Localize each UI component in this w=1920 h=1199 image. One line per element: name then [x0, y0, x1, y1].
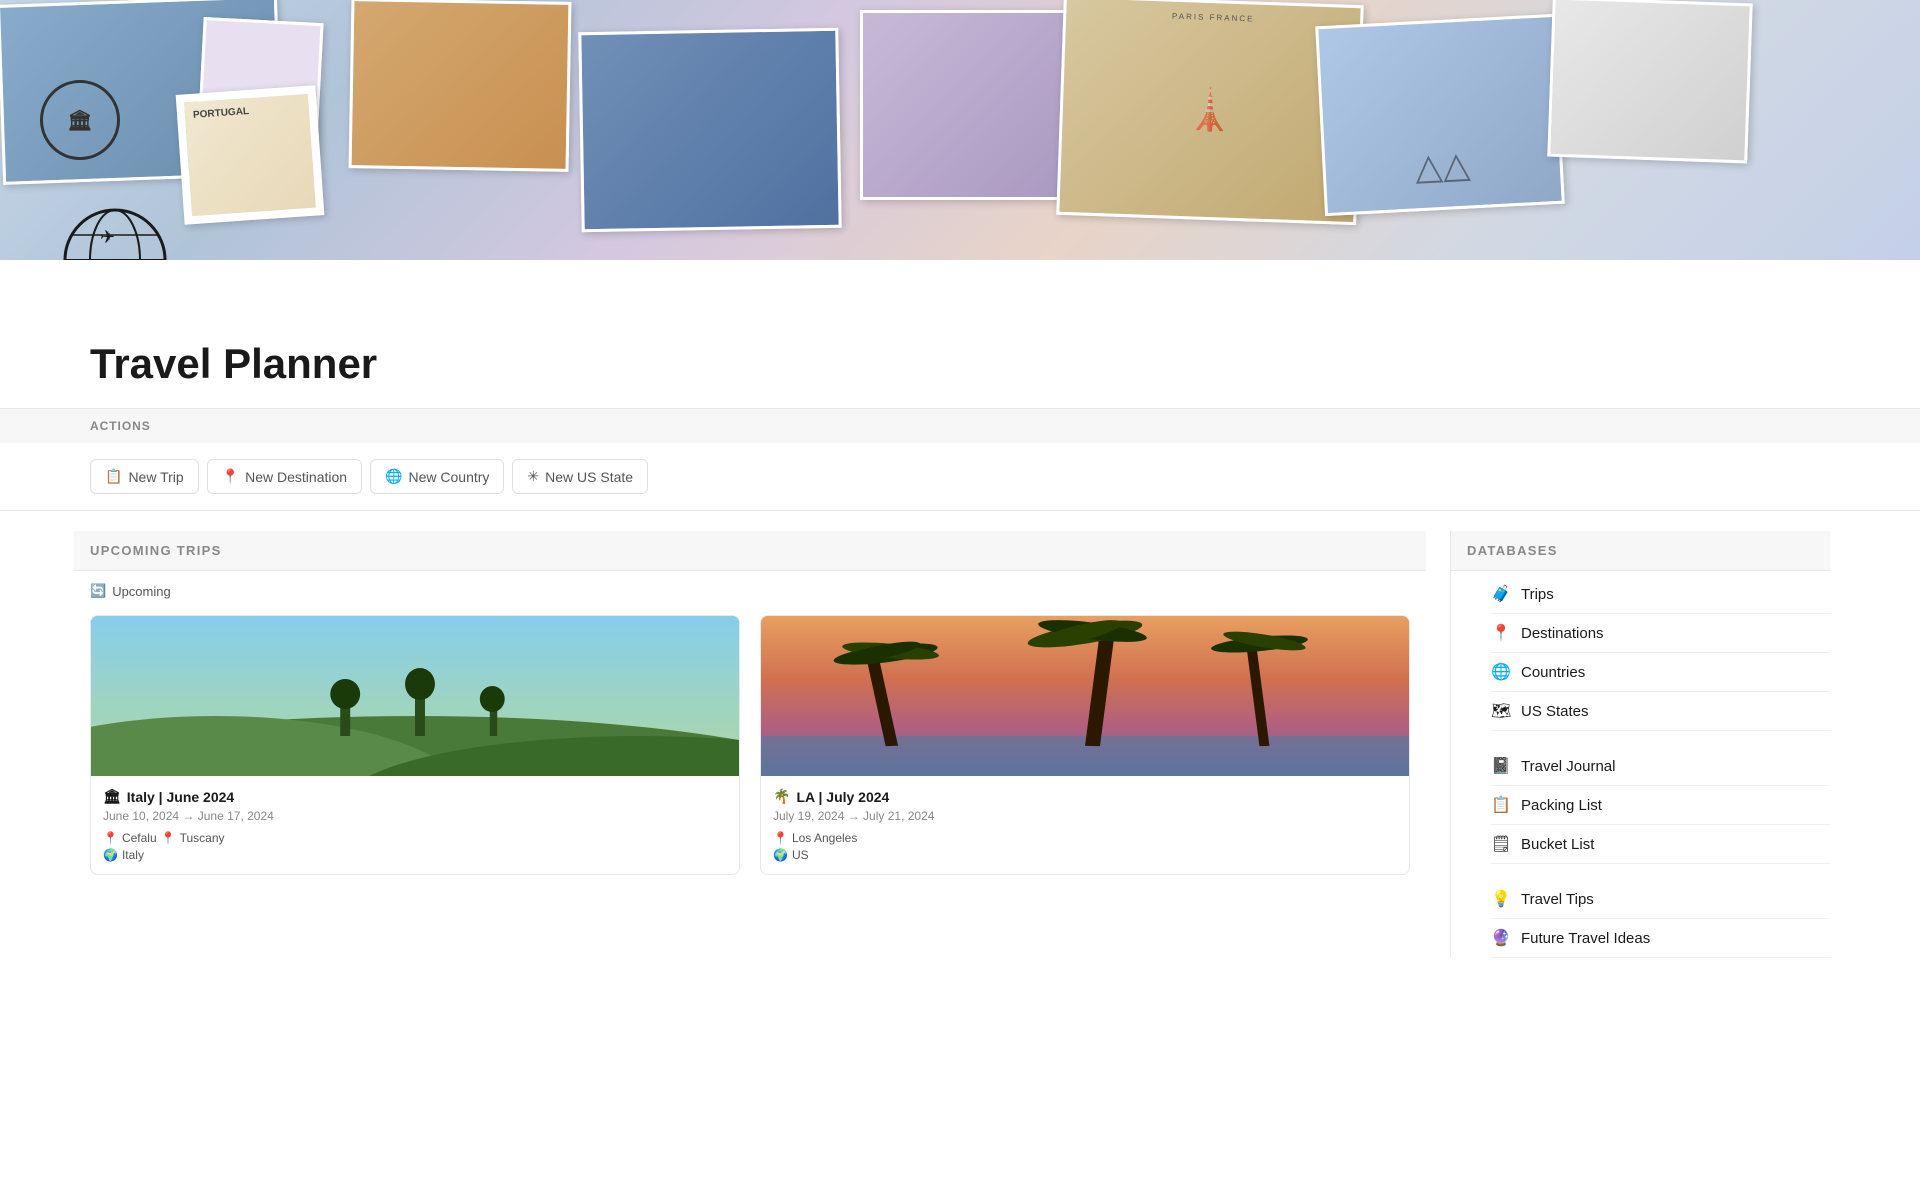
trip-photo-la [761, 616, 1409, 776]
trip-dates-italy: June 10, 2024 → June 17, 2024 [103, 809, 727, 823]
db-future-travel-label: Future Travel Ideas [1521, 930, 1650, 947]
pin-icon: 📍 [103, 831, 118, 845]
trip-title-la: 🌴 LA | July 2024 [773, 788, 1397, 805]
globe-icon: 🌐 [385, 468, 402, 485]
db-item-us-states[interactable]: 🗺 US States [1491, 692, 1830, 731]
trip-dates-la: July 19, 2024 → July 21, 2024 [773, 809, 1397, 823]
db-item-countries[interactable]: 🌐 Countries [1491, 653, 1830, 692]
packing-icon: 📋 [1491, 795, 1511, 815]
upcoming-filter[interactable]: 🔄 Upcoming [90, 583, 1410, 599]
db-us-states-label: US States [1521, 703, 1589, 720]
db-separator-2 [1491, 864, 1830, 880]
globe-icon-la: 🌍 [773, 848, 788, 862]
trip-card-la[interactable]: 🌴 LA | July 2024 July 19, 2024 → July 21… [760, 615, 1410, 875]
upcoming-label-text: Upcoming [112, 584, 171, 599]
db-trips-label: Trips [1521, 586, 1554, 603]
actions-row: 📋 New Trip 📍 New Destination 🌐 New Count… [0, 443, 1920, 511]
banner-photo-portugal: PORTUGAL [176, 85, 325, 224]
location-icon: 📍 [222, 468, 239, 485]
db-item-future-travel[interactable]: 🔮 Future Travel Ideas [1491, 919, 1830, 958]
banner-photo-6 [860, 10, 1090, 200]
db-item-travel-tips[interactable]: 💡 Travel Tips [1491, 880, 1830, 919]
db-item-trips[interactable]: 🧳 Trips [1491, 575, 1830, 614]
future-icon: 🔮 [1491, 928, 1511, 948]
la-icon: 🌴 [773, 788, 790, 805]
new-country-label: New Country [408, 469, 489, 485]
db-countries-label: Countries [1521, 664, 1585, 681]
trip-tag-los-angeles: 📍 Los Angeles [773, 831, 1397, 845]
upcoming-trips-heading: UPCOMING TRIPS [74, 531, 1426, 571]
star-plus-icon: ✳ [527, 468, 539, 485]
upcoming-icon: 🔄 [90, 583, 106, 599]
page-title: Travel Planner [90, 340, 1830, 388]
pin-db-icon: 📍 [1491, 623, 1511, 643]
banner-photo-5 [578, 28, 841, 233]
svg-text:✈: ✈ [100, 227, 115, 247]
trips-grid: 🏛 Italy | June 2024 June 10, 2024 → June… [90, 615, 1410, 875]
banner-photo-pyramids: △△ [1315, 14, 1565, 216]
map-icon: 📋 [105, 468, 122, 485]
db-destinations-label: Destinations [1521, 625, 1604, 642]
header-banner: PORTUGAL 🗼 PARIS FRANCE △△ 🏛 ✈ [0, 0, 1920, 260]
db-bucket-list-label: Bucket List [1521, 836, 1594, 853]
trip-info-la: 🌴 LA | July 2024 July 19, 2024 → July 21… [761, 776, 1409, 874]
trip-card-italy[interactable]: 🏛 Italy | June 2024 June 10, 2024 → June… [90, 615, 740, 875]
trip-tags-la: 📍 Los Angeles 🌍 US [773, 831, 1397, 862]
db-item-travel-journal[interactable]: 📓 Travel Journal [1491, 747, 1830, 786]
db-item-packing-list[interactable]: 📋 Packing List [1491, 786, 1830, 825]
luggage-icon: 🧳 [1491, 584, 1511, 604]
new-destination-label: New Destination [245, 469, 347, 485]
italy-icon: 🏛 [103, 788, 121, 805]
new-country-button[interactable]: 🌐 New Country [370, 459, 504, 494]
new-us-state-button[interactable]: ✳ New US State [512, 459, 648, 494]
db-item-destinations[interactable]: 📍 Destinations [1491, 614, 1830, 653]
new-destination-button[interactable]: 📍 New Destination [207, 459, 362, 494]
new-us-state-label: New US State [545, 469, 633, 485]
tips-icon: 💡 [1491, 889, 1511, 909]
databases-heading: DATABASES [1451, 531, 1830, 571]
pin-icon-la: 📍 [773, 831, 788, 845]
new-trip-label: New Trip [128, 469, 183, 485]
trip-tags-italy: 📍 Cefalu 📍 Tuscany 🌍 Italy [103, 831, 727, 862]
banner-photo-4 [349, 0, 572, 172]
trip-tag-cefalu: 📍 Cefalu 📍 Tuscany [103, 831, 727, 845]
bucket-icon: 🗒 [1491, 834, 1511, 854]
upcoming-trips-section: UPCOMING TRIPS 🔄 Upcoming [90, 531, 1450, 958]
journal-icon: 📓 [1491, 756, 1511, 776]
db-packing-list-label: Packing List [1521, 797, 1602, 814]
greece-stamp: 🏛 [40, 80, 120, 160]
trip-photo-italy [91, 616, 739, 776]
new-trip-button[interactable]: 📋 New Trip [90, 459, 199, 494]
main-content: UPCOMING TRIPS 🔄 Upcoming [0, 531, 1920, 958]
databases-section: DATABASES 🧳 Trips 📍 Destinations 🌐 Count… [1450, 531, 1830, 958]
trip-tag-italy-country: 🌍 Italy [103, 848, 727, 862]
db-travel-journal-label: Travel Journal [1521, 758, 1615, 775]
globe-icon-2: 🌍 [103, 848, 118, 862]
map-db-icon: 🗺 [1491, 701, 1511, 721]
trip-title-italy: 🏛 Italy | June 2024 [103, 788, 727, 805]
db-separator-1 [1491, 731, 1830, 747]
globe-db-icon: 🌐 [1491, 662, 1511, 682]
page-icon: ✈ [60, 205, 170, 260]
trip-info-italy: 🏛 Italy | June 2024 June 10, 2024 → June… [91, 776, 739, 874]
actions-section-label: ACTIONS [0, 408, 1920, 443]
trip-tag-us: 🌍 US [773, 848, 1397, 862]
db-travel-tips-label: Travel Tips [1521, 891, 1594, 908]
banner-photo-9 [1547, 0, 1752, 163]
pin-icon-2: 📍 [161, 831, 176, 845]
db-item-bucket-list[interactable]: 🗒 Bucket List [1491, 825, 1830, 864]
